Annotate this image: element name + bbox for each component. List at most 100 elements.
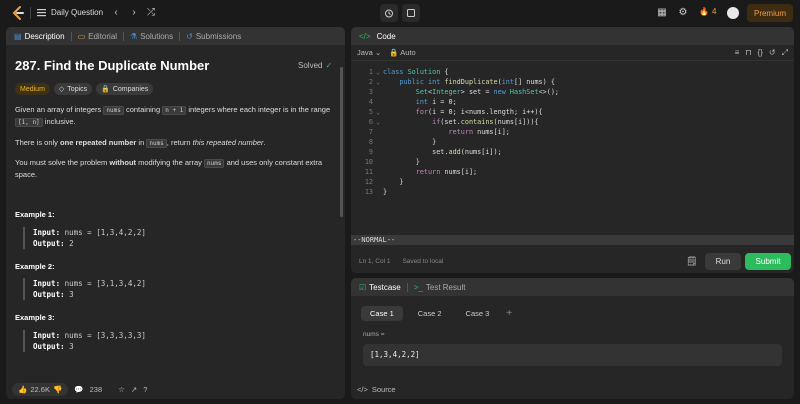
star-icon[interactable]: ☆ [118,385,125,394]
notes-icon[interactable]: 🗒 [686,256,697,267]
line-number: 10 [364,158,373,166]
code-line[interactable]: 8 } [351,137,794,147]
tab-test-result[interactable]: >_ Test Result [414,283,466,292]
code-line[interactable]: 2 ⌄ public int findDuplicate(int[] nums) … [351,77,794,87]
flask-icon: ⚗ [130,31,138,41]
history-icon: ↺ [186,31,193,41]
example-3-title: Example 3: [15,313,55,322]
shuffle-icon[interactable]: ⤮ [145,7,157,19]
case-tab-1[interactable]: Case 1 [361,306,403,321]
tab-testcase[interactable]: ☑ Testcase [359,283,401,292]
text: inclusive. [44,117,76,126]
chevron-right-icon[interactable]: › [128,7,140,19]
chevron-left-icon[interactable]: ‹ [110,7,122,19]
code-text: Set<Integer> set = new HashSet<>(); [415,88,560,96]
tab-description[interactable]: ▤ Description [14,32,65,41]
code-line[interactable]: 6 ⌄ if(set.contains(nums[i])){ [351,117,794,127]
code-icon: </> [357,385,368,394]
code-line[interactable]: 9 set.add(nums[i]); [351,147,794,157]
braces-icon[interactable]: {} [758,48,763,58]
code-line[interactable]: 7 return nums[i]; [351,127,794,137]
language-select[interactable]: Java ⌄ [357,48,381,57]
share-icon[interactable]: ↗ [131,385,137,394]
avatar[interactable] [727,7,739,19]
tab-submissions[interactable]: ↺ Submissions [186,32,241,41]
code-line[interactable]: 12 } [351,177,794,187]
comment-icon[interactable]: 💬 [74,385,83,394]
text: . [263,138,266,147]
problem-list-icon[interactable] [37,8,46,17]
format-icon[interactable]: ≡ [735,48,740,58]
inline-code: n + 1 [162,106,187,115]
expand-icon[interactable]: ⤢ [782,48,788,58]
code-text: } [383,158,420,166]
problem-title[interactable]: 287. Find the Duplicate Number [15,58,209,73]
code-line[interactable]: 1 ⌄ class Solution { [351,67,794,77]
italic-text: this repeated number [192,138,264,147]
premium-button[interactable]: Premium [747,4,793,22]
layout-grid-icon[interactable]: ▦ [656,7,668,19]
help-icon[interactable]: ? [143,385,147,394]
topics-chip[interactable]: ◇ Topics [53,83,93,95]
gear-icon[interactable]: ⚙ [677,7,689,19]
code-text: return nums[i]; [448,128,510,136]
chevron-down-icon: ⌄ [374,48,382,57]
thumbs-up-icon[interactable]: 👍 [18,385,27,394]
fold-chevron-icon[interactable]: ⌄ [373,117,383,127]
output-label: Output: [33,290,65,299]
companies-chip[interactable]: 🔒 Companies [96,83,154,95]
code-line[interactable]: 11 return nums[i]; [351,167,794,177]
fold-chevron-icon[interactable]: ⌄ [373,107,383,117]
tab-label: Testcase [369,282,401,292]
scrollbar[interactable] [340,67,343,217]
add-case-icon[interactable]: + [506,308,512,319]
fold-chevron-icon [373,157,383,167]
tab-editorial[interactable]: ▭ Editorial [78,32,117,41]
text: integers where each integer is in the ra… [188,105,331,114]
case-tab-2[interactable]: Case 2 [409,306,451,321]
reset-icon[interactable]: ↺ [769,48,776,58]
output-value: 2 [69,239,74,248]
line-number: 13 [364,188,373,196]
daily-question-link[interactable]: Daily Question [51,8,103,17]
testcase-input[interactable]: [1,3,4,2,2] [363,344,782,366]
lock-icon: 🔒 [389,48,399,57]
autocomplete-toggle[interactable]: 🔒 Auto [389,48,415,57]
save-status: Saved to local [402,258,444,265]
inline-code: nums [146,139,167,148]
description-footer: 👍 22.6K 👎 💬 238 ☆ ↗ ? [6,379,345,399]
lock-icon: 🔒 [101,86,110,93]
code-editor[interactable]: 1 ⌄ class Solution {2 ⌄ public int findDupl… [351,67,794,197]
bookmark-icon[interactable]: ⊓ [745,48,751,58]
code-toolbar: Java ⌄ 🔒 Auto [351,45,794,61]
input-label: Input: [33,279,61,288]
text: There is only [15,138,58,147]
fire-icon: 🔥 [699,7,709,16]
run-button[interactable]: Run [705,253,741,270]
submit-button[interactable]: Submit [745,253,791,270]
code-line[interactable]: 3 Set<Integer> set = new HashSet<>(); [351,87,794,97]
fold-chevron-icon[interactable]: ⌄ [373,77,383,87]
timer-button[interactable] [380,4,398,22]
fold-chevron-icon[interactable]: ⌄ [373,67,383,77]
code-text: } [383,138,437,146]
code-line[interactable]: 4 int i = 0; [351,97,794,107]
notes-button[interactable] [402,4,420,22]
divider [70,31,72,41]
cursor-position: Ln 1, Col 1 [359,258,391,265]
editor-tools: ≡ ⊓ {} ↺ ⤢ [735,48,788,58]
code-panel-header: </> Code [351,27,794,45]
leetcode-logo-icon[interactable] [10,5,26,21]
code-line[interactable]: 10 } [351,157,794,167]
source-toggle[interactable]: </> Source [357,385,396,394]
case-tab-3[interactable]: Case 3 [457,306,499,321]
example-2-title: Example 2: [15,262,55,271]
language-label: Java [357,48,373,57]
tab-solutions[interactable]: ⚗ Solutions [130,32,173,41]
thumbs-down-icon[interactable]: 👎 [53,385,62,394]
code-line[interactable]: 5 ⌄ for(i = 0; i<nums.length; i++){ [351,107,794,117]
streak-counter[interactable]: 🔥 4 [699,7,716,16]
code-text: public int findDuplicate(int[] nums) { [399,78,555,86]
code-line[interactable]: 13} [351,187,794,197]
solved-status: Solved ✓ [298,61,332,70]
